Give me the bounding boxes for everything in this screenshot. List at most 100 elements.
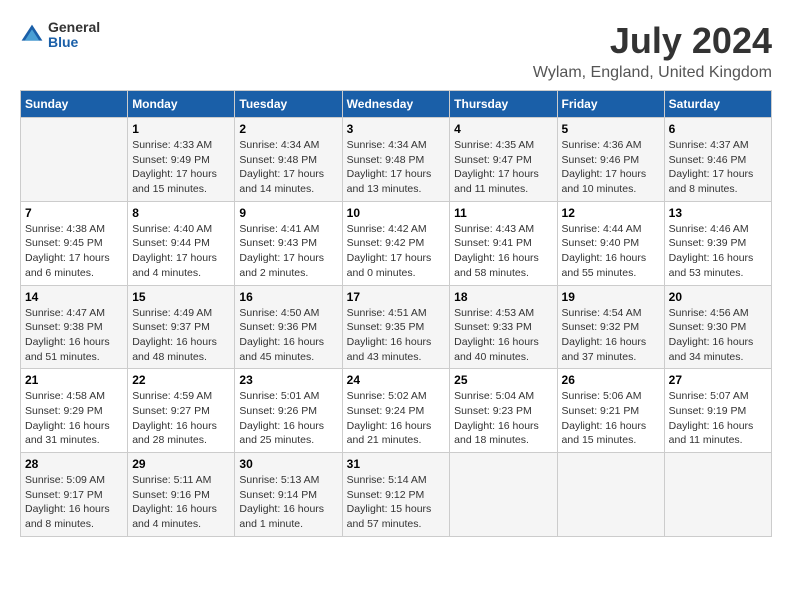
header-thursday: Thursday — [450, 91, 557, 118]
day-cell: 4Sunrise: 4:35 AMSunset: 9:47 PMDaylight… — [450, 118, 557, 202]
cell-info: Sunrise: 4:44 AMSunset: 9:40 PMDaylight:… — [562, 223, 647, 279]
main-title: July 2024 — [533, 20, 772, 62]
cell-info: Sunrise: 5:11 AMSunset: 9:16 PMDaylight:… — [132, 474, 217, 530]
cell-info: Sunrise: 4:54 AMSunset: 9:32 PMDaylight:… — [562, 307, 647, 363]
week-row-3: 14Sunrise: 4:47 AMSunset: 9:38 PMDayligh… — [21, 285, 772, 369]
header-monday: Monday — [128, 91, 235, 118]
day-cell — [557, 453, 664, 537]
day-number: 23 — [239, 373, 337, 387]
week-row-4: 21 Sunrise: 4:58 AMSunset: 9:29 PMDayligh… — [21, 369, 772, 453]
day-number: 7 — [25, 206, 123, 220]
day-cell: 24Sunrise: 5:02 AMSunset: 9:24 PMDayligh… — [342, 369, 450, 453]
day-number: 22 — [132, 373, 230, 387]
day-cell: 14Sunrise: 4:47 AMSunset: 9:38 PMDayligh… — [21, 285, 128, 369]
calendar-body: 1Sunrise: 4:33 AMSunset: 9:49 PMDaylight… — [21, 118, 772, 537]
day-cell: 22 Sunrise: 4:59 AMSunset: 9:27 PMDayligh… — [128, 369, 235, 453]
day-cell: 12 Sunrise: 4:44 AMSunset: 9:40 PMDayligh… — [557, 201, 664, 285]
cell-info: Sunrise: 4:53 AMSunset: 9:33 PMDaylight:… — [454, 307, 539, 363]
day-cell: 2 Sunrise: 4:34 AMSunset: 9:48 PMDaylight… — [235, 118, 342, 202]
day-cell: 28 Sunrise: 5:09 AMSunset: 9:17 PMDayligh… — [21, 453, 128, 537]
day-number: 25 — [454, 373, 552, 387]
header-saturday: Saturday — [664, 91, 771, 118]
day-cell: 7 Sunrise: 4:38 AMSunset: 9:45 PMDaylight… — [21, 201, 128, 285]
cell-info: Sunrise: 4:42 AMSunset: 9:42 PMDaylight:… — [347, 223, 432, 279]
cell-info: Sunrise: 4:34 AMSunset: 9:48 PMDaylight:… — [347, 139, 432, 195]
day-number: 31 — [347, 457, 446, 471]
day-number: 16 — [239, 290, 337, 304]
cell-info: Sunrise: 5:14 AMSunset: 9:12 PMDaylight:… — [347, 474, 432, 530]
day-cell: 11Sunrise: 4:43 AMSunset: 9:41 PMDayligh… — [450, 201, 557, 285]
day-number: 24 — [347, 373, 446, 387]
day-cell — [21, 118, 128, 202]
day-cell: 26 Sunrise: 5:06 AMSunset: 9:21 PMDayligh… — [557, 369, 664, 453]
cell-info: Sunrise: 4:38 AMSunset: 9:45 PMDaylight:… — [25, 223, 110, 279]
day-cell: 29 Sunrise: 5:11 AMSunset: 9:16 PMDayligh… — [128, 453, 235, 537]
day-number: 5 — [562, 122, 660, 136]
day-number: 3 — [347, 122, 446, 136]
day-cell: 18 Sunrise: 4:53 AMSunset: 9:33 PMDayligh… — [450, 285, 557, 369]
cell-info: Sunrise: 4:41 AMSunset: 9:43 PMDaylight:… — [239, 223, 324, 279]
cell-info: Sunrise: 5:07 AMSunset: 9:19 PMDaylight:… — [669, 390, 754, 446]
cell-info: Sunrise: 4:46 AMSunset: 9:39 PMDaylight:… — [669, 223, 754, 279]
cell-info: Sunrise: 4:59 AMSunset: 9:27 PMDaylight:… — [132, 390, 217, 446]
day-cell: 10 Sunrise: 4:42 AMSunset: 9:42 PMDayligh… — [342, 201, 450, 285]
day-cell: 3 Sunrise: 4:34 AMSunset: 9:48 PMDaylight… — [342, 118, 450, 202]
page-header: General Blue July 2024 Wylam, England, U… — [20, 20, 772, 82]
day-cell: 13 Sunrise: 4:46 AMSunset: 9:39 PMDayligh… — [664, 201, 771, 285]
day-cell: 1Sunrise: 4:33 AMSunset: 9:49 PMDaylight… — [128, 118, 235, 202]
day-number: 10 — [347, 206, 446, 220]
cell-info: Sunrise: 4:34 AMSunset: 9:48 PMDaylight:… — [239, 139, 324, 195]
day-number: 26 — [562, 373, 660, 387]
cell-info: Sunrise: 4:35 AMSunset: 9:47 PMDaylight:… — [454, 139, 539, 195]
cell-info: Sunrise: 4:49 AMSunset: 9:37 PMDaylight:… — [132, 307, 217, 363]
day-cell — [664, 453, 771, 537]
day-cell: 8Sunrise: 4:40 AMSunset: 9:44 PMDaylight… — [128, 201, 235, 285]
header-tuesday: Tuesday — [235, 91, 342, 118]
day-number: 27 — [669, 373, 767, 387]
day-number: 18 — [454, 290, 552, 304]
subtitle: Wylam, England, United Kingdom — [533, 64, 772, 82]
cell-info: Sunrise: 5:06 AMSunset: 9:21 PMDaylight:… — [562, 390, 647, 446]
day-number: 21 — [25, 373, 123, 387]
cell-info: Sunrise: 4:43 AMSunset: 9:41 PMDaylight:… — [454, 223, 539, 279]
cell-info: Sunrise: 5:09 AMSunset: 9:17 PMDaylight:… — [25, 474, 110, 530]
title-block: July 2024 Wylam, England, United Kingdom — [533, 20, 772, 82]
day-cell: 27 Sunrise: 5:07 AMSunset: 9:19 PMDayligh… — [664, 369, 771, 453]
day-cell: 31 Sunrise: 5:14 AMSunset: 9:12 PMDayligh… — [342, 453, 450, 537]
header-sunday: Sunday — [21, 91, 128, 118]
day-number: 13 — [669, 206, 767, 220]
day-cell: 30Sunrise: 5:13 AMSunset: 9:14 PMDayligh… — [235, 453, 342, 537]
day-number: 14 — [25, 290, 123, 304]
logo-icon — [20, 23, 44, 47]
day-number: 17 — [347, 290, 446, 304]
day-number: 30 — [239, 457, 337, 471]
header-friday: Friday — [557, 91, 664, 118]
cell-info: Sunrise: 4:37 AMSunset: 9:46 PMDaylight:… — [669, 139, 754, 195]
week-row-2: 7 Sunrise: 4:38 AMSunset: 9:45 PMDaylight… — [21, 201, 772, 285]
day-cell: 5Sunrise: 4:36 AMSunset: 9:46 PMDaylight… — [557, 118, 664, 202]
day-cell — [450, 453, 557, 537]
header-wednesday: Wednesday — [342, 91, 450, 118]
cell-info: Sunrise: 5:01 AMSunset: 9:26 PMDaylight:… — [239, 390, 324, 446]
day-number: 12 — [562, 206, 660, 220]
calendar-header: Sunday Monday Tuesday Wednesday Thursday… — [21, 91, 772, 118]
day-cell: 9 Sunrise: 4:41 AMSunset: 9:43 PMDaylight… — [235, 201, 342, 285]
day-cell: 6 Sunrise: 4:37 AMSunset: 9:46 PMDaylight… — [664, 118, 771, 202]
day-number: 20 — [669, 290, 767, 304]
logo-general-label: General — [48, 20, 100, 35]
day-number: 6 — [669, 122, 767, 136]
cell-info: Sunrise: 4:50 AMSunset: 9:36 PMDaylight:… — [239, 307, 324, 363]
logo-blue-label: Blue — [48, 35, 100, 50]
day-number: 19 — [562, 290, 660, 304]
week-row-1: 1Sunrise: 4:33 AMSunset: 9:49 PMDaylight… — [21, 118, 772, 202]
cell-info: Sunrise: 4:58 AMSunset: 9:29 PMDaylight:… — [25, 390, 110, 446]
day-cell: 21 Sunrise: 4:58 AMSunset: 9:29 PMDayligh… — [21, 369, 128, 453]
day-number: 29 — [132, 457, 230, 471]
day-number: 28 — [25, 457, 123, 471]
day-cell: 16 Sunrise: 4:50 AMSunset: 9:36 PMDayligh… — [235, 285, 342, 369]
day-number: 2 — [239, 122, 337, 136]
day-cell: 23 Sunrise: 5:01 AMSunset: 9:26 PMDayligh… — [235, 369, 342, 453]
day-number: 9 — [239, 206, 337, 220]
day-number: 1 — [132, 122, 230, 136]
day-number: 8 — [132, 206, 230, 220]
